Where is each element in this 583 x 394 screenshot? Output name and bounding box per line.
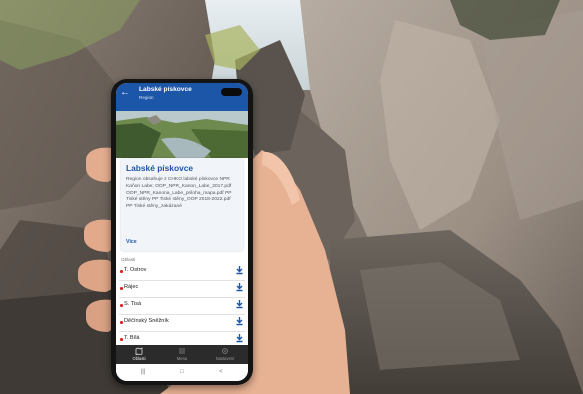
recents-icon[interactable]: |||: [138, 368, 148, 377]
menu-icon: [179, 348, 185, 354]
map-pin-icon: [120, 321, 123, 324]
nav-label: Menu: [176, 356, 188, 361]
list-item-label: Rájec: [124, 284, 139, 290]
list-item-label: T. Bílá: [124, 335, 140, 341]
map-pin-icon: [120, 338, 123, 341]
hand: [78, 147, 350, 394]
list-item[interactable]: Rájec: [116, 281, 248, 298]
app-bar: ← Labské pískovce Region: [116, 83, 248, 111]
camera-notch: [221, 88, 242, 96]
back-arrow-icon[interactable]: ←: [120, 88, 130, 98]
card-description: Region obsahuje z CHKO labské pískovce N…: [126, 177, 232, 210]
nav-item-settings[interactable]: Nastavení: [205, 345, 245, 364]
map-pin-icon: [120, 270, 123, 273]
background-photo: ← Labské pískovce Region Labské pískovce…: [0, 0, 583, 394]
download-icon[interactable]: [235, 333, 244, 343]
more-link[interactable]: Více: [126, 239, 137, 245]
list-item[interactable]: S. Tisá: [116, 298, 248, 315]
download-icon[interactable]: [235, 299, 244, 309]
list-item-label: T. Ostrov: [124, 267, 147, 273]
region-hero-image: [116, 111, 248, 158]
download-icon[interactable]: [235, 282, 244, 292]
system-navigation-bar: ||| □ <: [116, 364, 248, 381]
list-item[interactable]: Děčínský Sněžník: [116, 315, 248, 332]
app-title: Labské pískovce: [139, 86, 192, 93]
download-icon[interactable]: [235, 265, 244, 275]
phone-screen: ← Labské pískovce Region Labské pískovce…: [116, 83, 248, 381]
home-icon[interactable]: □: [177, 368, 187, 377]
nav-label: Oblasti: [132, 356, 146, 361]
map-pin-icon: [120, 287, 123, 290]
nav-label: Nastavení: [215, 356, 235, 361]
gear-icon: [222, 348, 228, 354]
bottom-navigation: Oblasti Menu Nastavení: [116, 345, 248, 364]
map-pin-icon: [120, 304, 123, 307]
region-info-card: Labské pískovce Region obsahuje z CHKO l…: [121, 158, 243, 251]
map-icon: [135, 347, 143, 355]
download-icon[interactable]: [235, 316, 244, 326]
nav-item-menu[interactable]: Menu: [162, 345, 202, 364]
list-item[interactable]: T. Bílá: [116, 332, 248, 345]
card-title: Labské pískovce: [126, 163, 194, 173]
list-item-label: S. Tisá: [124, 301, 142, 307]
smartphone: ← Labské pískovce Region Labské pískovce…: [111, 79, 253, 385]
nav-item-oblasti[interactable]: Oblasti: [119, 345, 159, 364]
list-item[interactable]: T. Ostrov: [116, 264, 248, 281]
list-header: Oblasti: [121, 257, 136, 262]
list-item-label: Děčínský Sněžník: [124, 318, 169, 324]
back-icon[interactable]: <: [216, 368, 226, 377]
app-subtitle: Region: [139, 95, 154, 100]
